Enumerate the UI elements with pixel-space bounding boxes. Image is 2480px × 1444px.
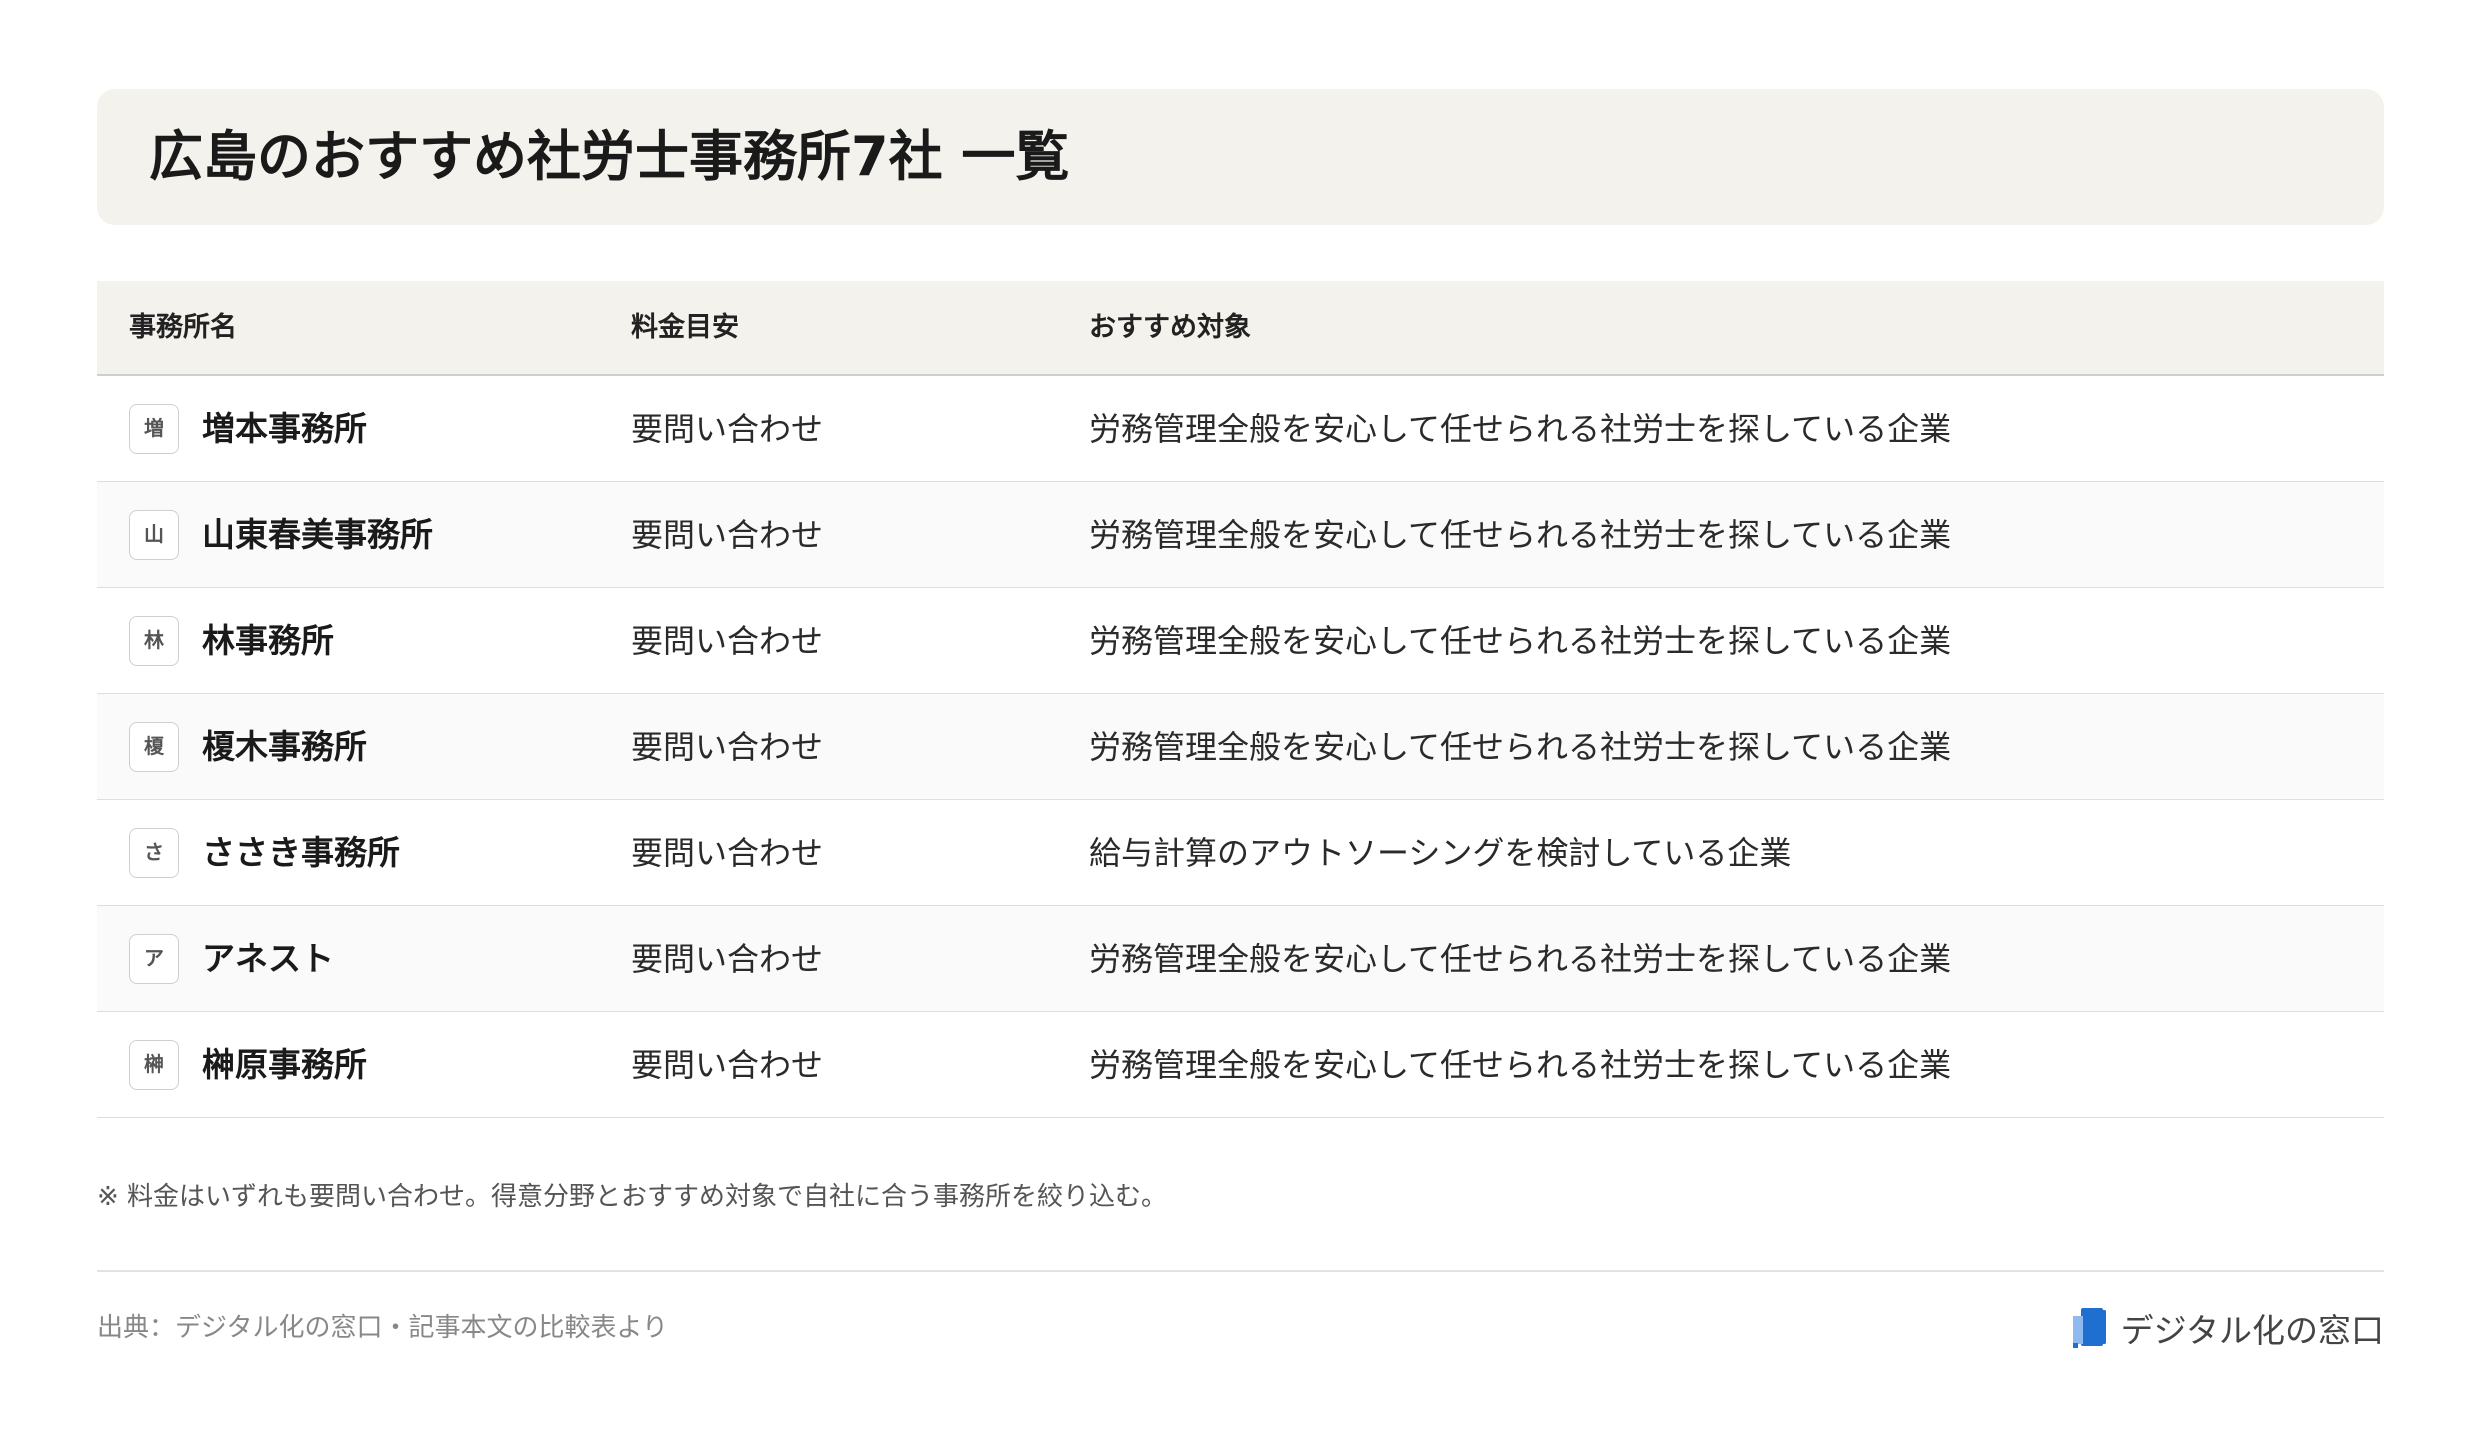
fee-value: 要問い合わせ	[631, 728, 824, 766]
target-value: 労務管理全般を安心して任せられる社労士を探している企業	[1089, 940, 1952, 978]
header-fee: 料金目安	[631, 312, 739, 343]
office-name: 増本事務所	[202, 409, 367, 448]
header-office-name: 事務所名	[129, 312, 237, 343]
logo-mark-icon	[2072, 1308, 2106, 1348]
office-initial-badge: 榎	[129, 722, 179, 772]
office-name: ささき事務所	[202, 833, 400, 872]
office-initial-badge: 山	[129, 510, 179, 560]
fee-value: 要問い合わせ	[631, 940, 824, 978]
office-initial-badge: 榊	[129, 1040, 179, 1090]
comparison-table: 事務所名 料金目安 おすすめ対象 増 増本事務所 要問い合わせ 労務管理全般を安…	[97, 281, 2384, 1118]
footnote: ※ 料金はいずれも要問い合わせ。得意分野とおすすめ対象で自社に合う事務所を絞り込…	[97, 1182, 1168, 1212]
target-value: 給与計算のアウトソーシングを検討している企業	[1089, 834, 1792, 872]
office-initial-badge: ア	[129, 934, 179, 984]
fee-value: 要問い合わせ	[631, 516, 824, 554]
target-value: 労務管理全般を安心して任せられる社労士を探している企業	[1089, 728, 1952, 766]
page-title: 広島のおすすめ社労士事務所7社 一覧	[149, 125, 1070, 188]
target-value: 労務管理全般を安心して任せられる社労士を探している企業	[1089, 410, 1952, 448]
office-name: 林事務所	[202, 621, 334, 660]
table-row: 増 増本事務所 要問い合わせ 労務管理全般を安心して任せられる社労士を探している…	[97, 376, 2384, 482]
fee-value: 要問い合わせ	[631, 1046, 824, 1084]
header-target: おすすめ対象	[1089, 312, 1251, 343]
fee-value: 要問い合わせ	[631, 622, 824, 660]
divider	[97, 1270, 2384, 1272]
table-row: ア アネスト 要問い合わせ 労務管理全般を安心して任せられる社労士を探している企…	[97, 906, 2384, 1012]
fee-value: 要問い合わせ	[631, 834, 824, 872]
title-banner: 広島のおすすめ社労士事務所7社 一覧	[97, 89, 2384, 225]
brand-logo: デジタル化の窓口	[2071, 1304, 2384, 1352]
target-value: 労務管理全般を安心して任せられる社労士を探している企業	[1089, 622, 1952, 660]
table-row: 榎 榎木事務所 要問い合わせ 労務管理全般を安心して任せられる社労士を探している…	[97, 694, 2384, 800]
page: 広島のおすすめ社労士事務所7社 一覧 事務所名 料金目安 おすすめ対象 増 増本…	[0, 0, 2480, 1444]
table-header: 事務所名 料金目安 おすすめ対象	[97, 281, 2384, 376]
office-initial-badge: 増	[129, 404, 179, 454]
office-initial-badge: 林	[129, 616, 179, 666]
office-name: アネスト	[202, 939, 334, 978]
target-value: 労務管理全般を安心して任せられる社労士を探している企業	[1089, 1046, 1952, 1084]
office-initial-badge: さ	[129, 828, 179, 878]
fee-value: 要問い合わせ	[631, 410, 824, 448]
table-row: 榊 榊原事務所 要問い合わせ 労務管理全般を安心して任せられる社労士を探している…	[97, 1012, 2384, 1118]
table-row: さ ささき事務所 要問い合わせ 給与計算のアウトソーシングを検討している企業	[97, 800, 2384, 906]
office-name: 山東春美事務所	[202, 515, 433, 554]
office-name: 榎木事務所	[202, 727, 367, 766]
brand-name: デジタル化の窓口	[2120, 1311, 2384, 1350]
table-row: 林 林事務所 要問い合わせ 労務管理全般を安心して任せられる社労士を探している企…	[97, 588, 2384, 694]
source-credit: 出典：デジタル化の窓口・記事本文の比較表より	[97, 1313, 668, 1343]
table-row: 山 山東春美事務所 要問い合わせ 労務管理全般を安心して任せられる社労士を探して…	[97, 482, 2384, 588]
office-name: 榊原事務所	[202, 1045, 367, 1084]
target-value: 労務管理全般を安心して任せられる社労士を探している企業	[1089, 516, 1952, 554]
